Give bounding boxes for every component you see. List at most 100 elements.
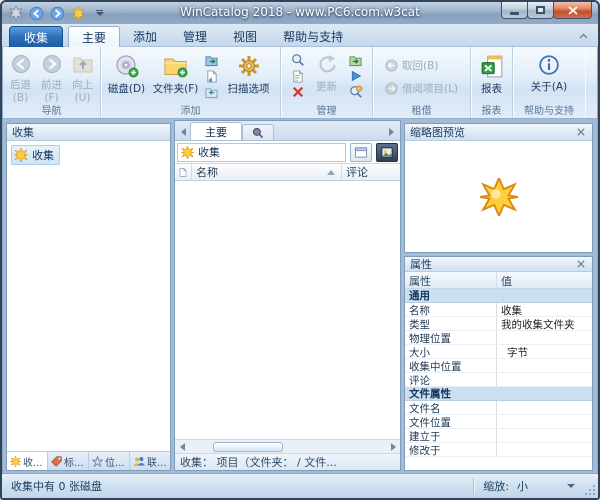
column-type[interactable]: [175, 164, 192, 180]
list-column-header: 名称 评论: [175, 164, 400, 181]
run-button[interactable]: [348, 68, 364, 84]
report-button[interactable]: 报表: [473, 50, 510, 104]
ribbon-group-help: 关于(A) 帮助与支持: [513, 47, 585, 118]
properties-close-button[interactable]: [574, 258, 587, 271]
ribbon-collapse-button[interactable]: [576, 30, 590, 42]
left-panel-tabs: 收... 标... 位... 联...: [7, 451, 170, 470]
breadcrumb-field[interactable]: 收集: [177, 143, 346, 162]
preview-toggle-button[interactable]: [376, 143, 398, 162]
scheduled-search-button[interactable]: [348, 84, 364, 100]
property-row[interactable]: 物理位置: [405, 331, 592, 345]
tab-help[interactable]: 帮助与支持: [270, 26, 356, 47]
add-files-button[interactable]: [204, 52, 220, 68]
maximize-button[interactable]: [527, 2, 554, 19]
location-star-icon: [92, 456, 103, 467]
search-icon: [291, 53, 305, 67]
tree-item-collection[interactable]: 收集: [11, 145, 60, 165]
property-row[interactable]: 文件位置: [405, 415, 592, 429]
scan-options-button[interactable]: 扫描选项: [221, 50, 277, 104]
checkin-button[interactable]: 取回(B): [385, 58, 458, 73]
add-disk-button[interactable]: 磁盘(D): [105, 50, 149, 104]
properties-panel: 属性 属性 值 通用 名称收集 类型我的收集文件夹 物理位置 大小字节 收集中位…: [404, 256, 593, 471]
group-caption-lending: 租借: [373, 102, 470, 117]
collection-tab-star-icon: [10, 456, 21, 467]
center-tab-strip: 主要: [175, 121, 400, 141]
tab-scroll-left-button[interactable]: [177, 124, 190, 140]
center-tab-search[interactable]: [242, 124, 274, 140]
delete-button[interactable]: [290, 84, 306, 100]
tab-locations[interactable]: 位...: [89, 452, 130, 470]
checkout-button[interactable]: 借阅项目(L): [385, 81, 458, 96]
search-tab-icon: [252, 127, 264, 139]
minimize-button[interactable]: [501, 2, 528, 19]
property-row[interactable]: 文件名: [405, 401, 592, 415]
add-small-buttons: [203, 50, 221, 102]
center-tab-main[interactable]: 主要: [190, 122, 242, 140]
column-name[interactable]: 名称: [192, 164, 342, 180]
about-info-icon: [538, 54, 560, 76]
tab-add[interactable]: 添加: [120, 26, 170, 47]
scroll-right-button[interactable]: [386, 440, 400, 453]
goto-folder-button[interactable]: [348, 52, 364, 68]
resize-grip[interactable]: [585, 485, 596, 496]
disk-add-icon: [115, 54, 139, 78]
scroll-left-icon: [180, 443, 185, 451]
thumbnail-panel-header: 缩略图预览: [405, 124, 592, 141]
thumbnail-close-button[interactable]: [574, 126, 587, 139]
search-button[interactable]: [290, 52, 306, 68]
property-row[interactable]: 建立于: [405, 429, 592, 443]
tab-view[interactable]: 视图: [220, 26, 270, 47]
folder-sync-icon: [205, 86, 218, 99]
tab-collection[interactable]: 收...: [7, 452, 48, 470]
checkin-icon: [385, 59, 398, 72]
edit-item-button[interactable]: [290, 68, 306, 84]
status-separator: [473, 478, 474, 494]
property-row[interactable]: 评论: [405, 373, 592, 387]
property-row[interactable]: 收集中位置: [405, 359, 592, 373]
group-caption-navigation: 导航: [3, 102, 100, 117]
tab-manage[interactable]: 管理: [170, 26, 220, 47]
property-row[interactable]: 修改于: [405, 443, 592, 457]
minimize-icon: [510, 12, 519, 15]
back-button[interactable]: 后退(B): [5, 50, 36, 104]
property-row[interactable]: 名称收集: [405, 303, 592, 317]
sort-asc-icon: [327, 170, 335, 175]
tab-next-arrow-icon: [389, 128, 394, 136]
search-clock-icon: [349, 85, 363, 99]
scroll-left-button[interactable]: [175, 440, 189, 453]
property-row[interactable]: 类型我的收集文件夹: [405, 317, 592, 331]
add-folder-button[interactable]: 文件夹(F): [149, 50, 203, 104]
scrollbar-thumb[interactable]: [213, 442, 283, 452]
tab-contacts[interactable]: 联...: [130, 452, 170, 470]
forward-button[interactable]: 前进(F): [36, 50, 67, 104]
update-button[interactable]: 更新: [307, 50, 347, 104]
remove-folder-button[interactable]: [204, 84, 220, 100]
window-view-icon: [354, 146, 368, 159]
breadcrumb-text: 收集: [198, 144, 220, 160]
collection-panel-header: 收集: [7, 124, 170, 141]
zoom-value: 小: [517, 478, 528, 494]
about-button[interactable]: 关于(A): [524, 50, 574, 104]
file-tab-collection[interactable]: 收集: [9, 26, 63, 47]
tab-tags[interactable]: 标...: [48, 452, 89, 470]
details-view-button[interactable]: [350, 143, 372, 162]
close-button[interactable]: [553, 2, 592, 19]
folder-add-icon: [164, 54, 188, 78]
add-file-button[interactable]: [204, 68, 220, 84]
group-caption-help: 帮助与支持: [513, 102, 585, 117]
horizontal-scrollbar[interactable]: [175, 439, 400, 453]
group-caption-add: 添加: [101, 102, 280, 117]
zoom-dropdown[interactable]: 小: [514, 477, 578, 495]
column-comment[interactable]: 评论: [342, 164, 400, 180]
list-status-line: 收集： 项目（文件夹： / 文件...: [175, 453, 400, 470]
folder-arrow-icon: [205, 54, 218, 67]
tab-main[interactable]: 主要: [68, 26, 120, 47]
ribbon-group-add: 磁盘(D) 文件夹(F) 扫描选项 添加: [101, 47, 281, 118]
scan-options-gear-icon: [237, 54, 261, 78]
item-list-empty-area[interactable]: [175, 182, 400, 438]
close-panel-icon: [577, 260, 585, 268]
file-add-icon: [206, 70, 218, 83]
up-button[interactable]: 向上(U): [67, 50, 98, 104]
tab-scroll-right-button[interactable]: [385, 124, 398, 140]
property-row[interactable]: 大小字节: [405, 345, 592, 359]
